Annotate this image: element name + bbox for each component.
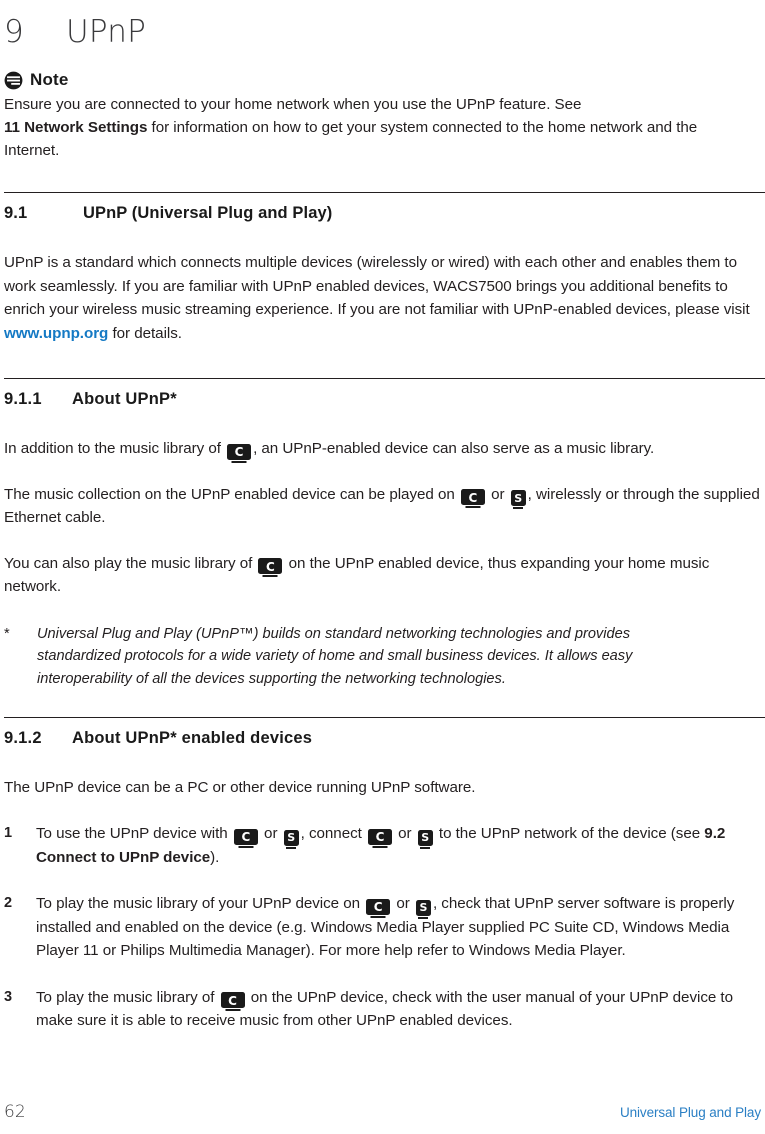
paragraph-play-on-upnp: You can also play the music library of C… — [2, 552, 763, 599]
paragraph-text-a: The music collection on the UPnP enabled… — [4, 485, 459, 503]
note-line-1: Ensure you are connected to your home ne… — [4, 96, 582, 113]
footnote-marker: * — [4, 625, 10, 642]
paragraph-music-collection: The music collection on the UPnP enabled… — [2, 483, 763, 530]
section-number-9-1-2: 9.1.2 — [4, 728, 42, 747]
step-text-a: To use the UPnP device with — [36, 825, 232, 843]
station-device-icon: S — [510, 490, 526, 507]
page-title: 9 UPnP — [2, 0, 763, 50]
center-device-icon: C — [367, 828, 392, 845]
center-device-icon: C — [258, 558, 283, 575]
section-divider — [2, 716, 765, 718]
step-text-f: ). — [210, 848, 220, 866]
section-heading-9-1-2: 9.1.2 About UPnP* enabled devices — [2, 729, 763, 748]
footer-chapter-name: Universal Plug and Play — [619, 1105, 761, 1120]
page-footer: 62 Universal Plug and Play — [0, 1102, 765, 1122]
upnp-org-link[interactable]: www.upnp.org — [4, 325, 108, 342]
section-number-9-1: 9.1 — [4, 204, 28, 223]
paragraph-text-a: UPnP is a standard which connects multip… — [4, 254, 750, 319]
list-item: 3 To play the music library of C on the … — [2, 986, 763, 1033]
paragraph-text-b: , an UPnP-enabled device can also serve … — [253, 440, 655, 458]
section-divider — [2, 192, 765, 194]
section-heading-9-1: 9.1 UPnP (Universal Plug and Play) — [2, 204, 763, 223]
footnote: * Universal Plug and Play (UPnP™) builds… — [2, 623, 763, 691]
chapter-title-text: UPnP — [66, 14, 146, 50]
list-item: 1 To use the UPnP device with C or S, co… — [2, 822, 763, 869]
note-block: Note Ensure you are connected to your ho… — [2, 70, 763, 162]
paragraph-text-a: In addition to the music library of — [4, 440, 226, 458]
section-title-9-1-2: About UPnP* enabled devices — [72, 728, 313, 747]
paragraph-text-a: You can also play the music library of — [4, 554, 257, 572]
step-number: 3 — [4, 988, 13, 1005]
section-title-9-1-1: About UPnP* — [72, 390, 177, 409]
step-text-b: or — [392, 895, 414, 913]
step-text-a: To play the music library of your UPnP d… — [36, 895, 365, 913]
note-icon — [4, 71, 23, 89]
step-text-b: or — [259, 825, 282, 843]
page-number: 62 — [4, 1102, 26, 1122]
footnote-text: Universal Plug and Play (UPnP™) builds o… — [37, 625, 633, 688]
paragraph-music-library: In addition to the music library of C, a… — [2, 437, 763, 460]
step-text-e: to the UPnP network of the device (see — [434, 825, 705, 843]
step-text-d: or — [393, 825, 416, 843]
step-number: 1 — [4, 825, 13, 842]
step-text: To use the UPnP device with C or S, conn… — [36, 822, 763, 869]
note-header: Note — [4, 70, 763, 90]
center-device-icon: C — [460, 489, 485, 506]
section-heading-9-1-1: 9.1.1 About UPnP* — [2, 390, 763, 409]
manual-page: 9 UPnP Note Ensure you are connected to … — [0, 0, 765, 1134]
center-device-icon: C — [227, 443, 252, 460]
list-item: 2 To play the music library of your UPnP… — [2, 892, 763, 962]
step-text: To play the music library of your UPnP d… — [36, 892, 763, 962]
note-bold-ref: 11 Network Settings — [4, 119, 148, 137]
paragraph-text-mid: or — [486, 485, 509, 503]
station-device-icon: S — [415, 899, 431, 916]
paragraph-upnp-standard: UPnP is a standard which connects multip… — [2, 251, 763, 345]
step-text-c: , connect — [300, 825, 366, 843]
center-device-icon: C — [366, 898, 391, 915]
step-number: 2 — [4, 895, 13, 912]
center-device-icon: C — [233, 828, 258, 845]
step-text: To play the music library of C on the UP… — [36, 986, 763, 1033]
section-number-9-1-1: 9.1.1 — [4, 390, 42, 409]
paragraph-upnp-device-intro: The UPnP device can be a PC or other dev… — [4, 778, 476, 796]
center-device-icon: C — [220, 992, 245, 1009]
section-divider — [2, 378, 765, 380]
note-label: Note — [30, 70, 69, 89]
step-text-a: To play the music library of — [36, 988, 219, 1006]
paragraph-text-b: for details. — [108, 324, 182, 342]
station-device-icon: S — [417, 829, 433, 846]
station-device-icon: S — [283, 829, 299, 846]
note-body: Ensure you are connected to your home ne… — [4, 93, 716, 162]
section-title-9-1: UPnP (Universal Plug and Play) — [83, 204, 333, 223]
chapter-number: 9 — [4, 14, 24, 50]
